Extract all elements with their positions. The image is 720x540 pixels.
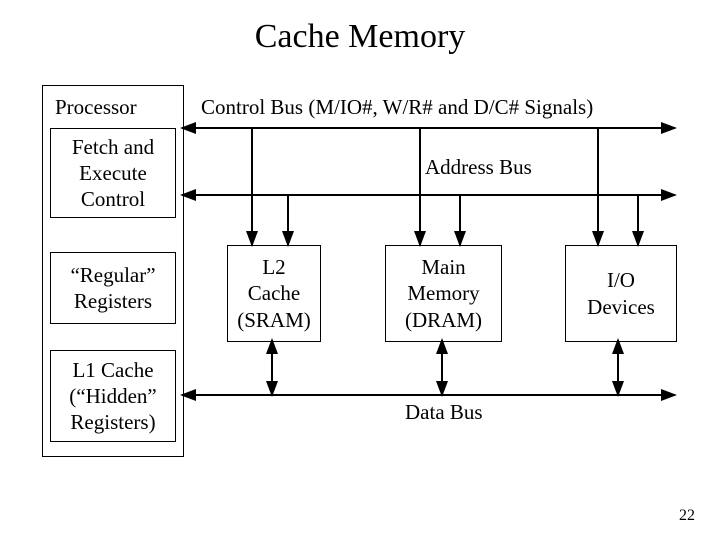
diagram-arrows — [0, 0, 720, 540]
